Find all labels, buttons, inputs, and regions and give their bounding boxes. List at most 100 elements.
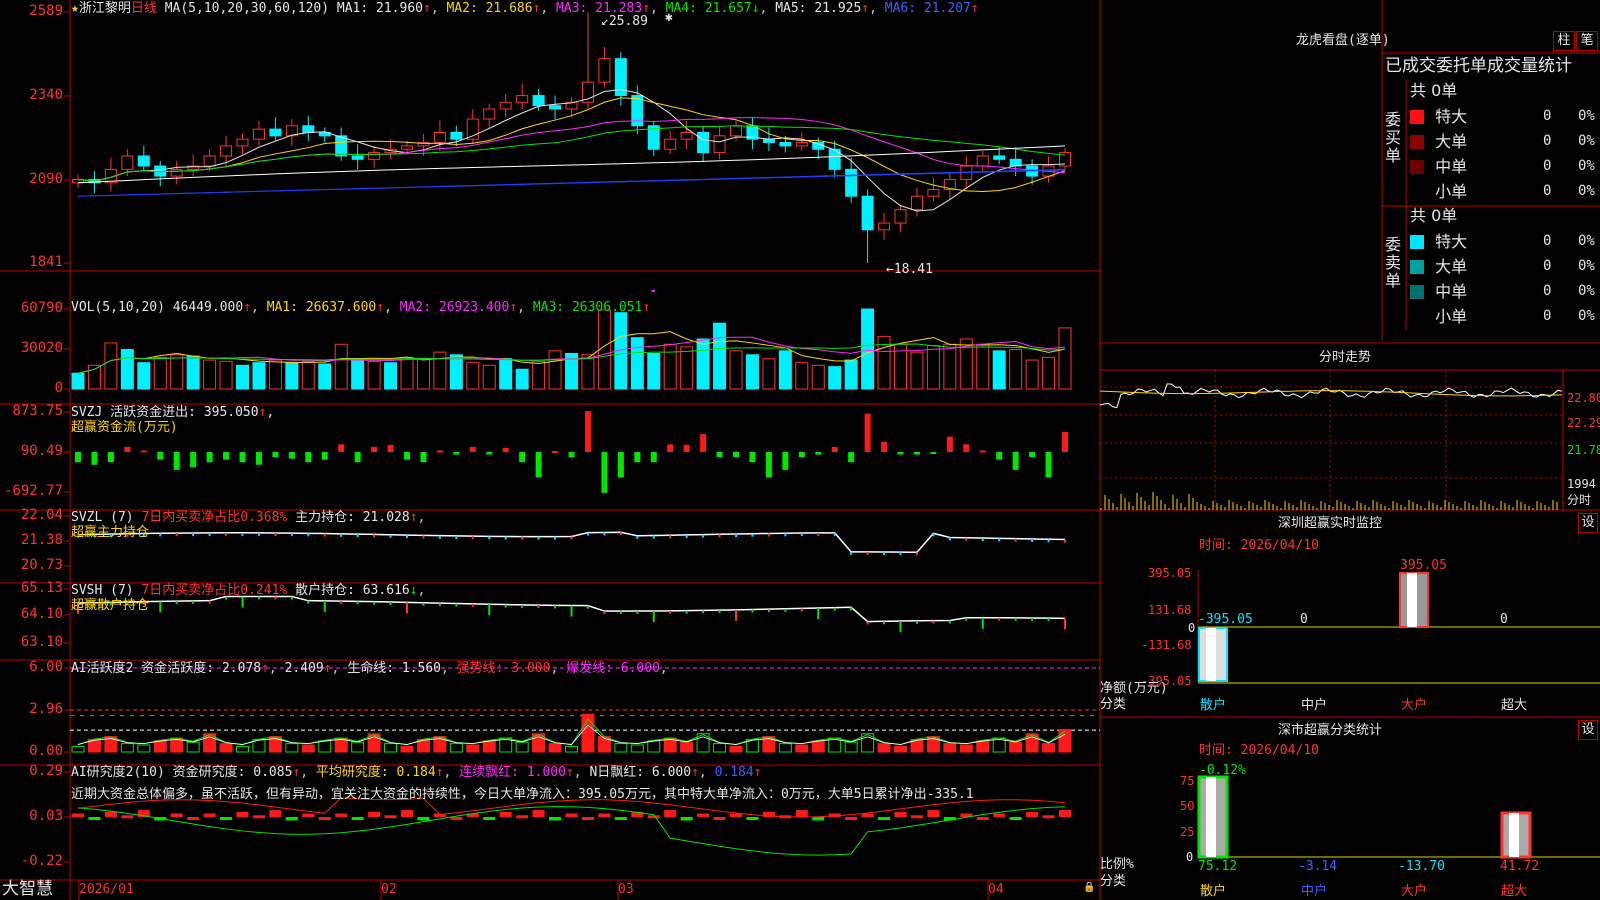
main-ytick-2: 2090 [29,171,63,187]
svzj-bar [239,452,246,463]
period-label[interactable]: 日线 [131,1,157,16]
ma2-value: MA2: 21.686 [446,1,533,16]
svzj-bar [420,452,427,463]
candle-body [368,152,381,160]
mon-ytick-1: 131.68 [1148,603,1192,617]
svsh-dot [208,600,211,604]
volume-bar [713,322,727,390]
svsh-dot [850,607,853,611]
mon-ytick-3: -131.68 [1141,638,1192,652]
svzj-bar [190,452,197,468]
svzj-bar [1012,452,1019,470]
svsh-dot [833,607,836,611]
svzj-bar [733,452,739,458]
ai2-bar [878,817,891,820]
svsh-dot [883,621,886,625]
svzl-dot [455,535,458,539]
candle-body [697,131,710,154]
svzl-dot [373,534,376,538]
ma5-value: MA5: 21.925 [775,1,862,16]
buy-swatch-icon [1410,135,1424,149]
intraday-vol: 1994 [1567,477,1596,491]
candle-body [976,155,989,167]
svzl-dot [1064,539,1066,543]
ma6-value: MA6: 21.207 [884,1,971,16]
svzl-dot [554,536,557,540]
monitor-settings-button[interactable]: 设 [1578,513,1598,533]
svsh-dot [554,605,557,609]
svzl-dot [800,533,803,537]
candle-body [894,209,907,224]
bar-mode-button[interactable]: 柱 [1553,31,1575,51]
tick-mode-button[interactable]: 笔 [1576,31,1598,51]
svzl-ytick-1: 21.38 [20,532,63,548]
svzj-bar [338,444,345,452]
svzj-bar [897,452,904,455]
favorite-star-icon[interactable]: ★ [71,1,79,16]
volume-bar [811,364,825,390]
main-ytick-3: 1841 [29,254,63,270]
candle-body [845,168,858,197]
buy-row-2: 中单 [1410,157,1467,177]
ai1-bar [729,745,743,753]
mon-xlabel: 分类 [1100,697,1127,712]
vol-ma2: MA2: 26923.400 [399,300,510,315]
volume-bar [334,343,348,390]
svzj-bar [272,452,279,458]
svsh-dot [1047,618,1050,622]
sell-swatch-icon [1410,285,1424,299]
svsh-dot [866,621,869,625]
ai2-bar [549,817,562,821]
ai1-bar [515,741,529,753]
x-tick-jan: 2026/01 [79,882,134,897]
volume-bar [104,342,118,390]
monitor-date: 时间: 2026/04/10 [1199,538,1319,553]
volume-bar [384,362,398,390]
svzl-dot [175,533,178,537]
svzl-dot [932,533,935,537]
svsh-ytick-0: 65.13 [20,580,63,596]
svsh-dot [718,610,721,614]
svzj-bar [486,452,493,455]
volume-bar [1025,359,1039,390]
svzj-bar [946,436,953,452]
vol-value: 46449.000 [172,300,244,315]
ai2-bar [170,813,183,817]
ai2-bar [697,813,710,817]
svsh-dot [784,608,787,612]
volume-bar [647,352,661,390]
svsh-dot [948,620,951,624]
svzl-dot [225,532,228,536]
sell-side-label: 委卖单 [1385,235,1402,290]
svzj-bar [519,452,526,463]
svzj-bar [667,444,674,452]
mon-label-big: 395.05 [1400,558,1447,573]
marker-star-icon: ✱ [665,10,673,25]
sell-swatch-icon [1410,310,1424,324]
lock-icon[interactable]: 🔒 [1083,880,1095,895]
svzj-bar [535,452,542,478]
svzj-ytick-0: 873.75 [12,403,63,419]
svsh-dot [504,604,507,608]
svsh-dot [767,609,770,613]
volume-bar [795,362,809,390]
ai2-bar [88,817,101,820]
svzl-dot [702,534,705,538]
classify-settings-button[interactable]: 设 [1578,720,1598,740]
svzl-dot [257,532,260,536]
ma4-value: MA4: 21.657 [665,1,752,16]
svzj-bar [749,452,756,463]
buy-pct-2: 0% [1578,158,1595,174]
volume-bar [301,360,315,390]
dragon-tabs[interactable]: 已成交委托单成交量统计 [1385,55,1600,77]
svzj-ytick-2: -692.77 [3,483,63,499]
ai2-bar [121,815,134,819]
svzl-dot [685,534,688,538]
ai2-bar [910,815,923,819]
svzj-bar [765,452,772,478]
ai2-comment: 近期大资金总体偏多，虽不活跃，但有异动，宜关注大资金的持续性，今日大单净流入：3… [71,787,974,802]
svsh-dot [652,610,655,622]
dragon-title: 龙虎看盘(逐单) [1296,33,1390,48]
ai1-bar [1009,741,1023,753]
ai2-bar [417,817,430,821]
